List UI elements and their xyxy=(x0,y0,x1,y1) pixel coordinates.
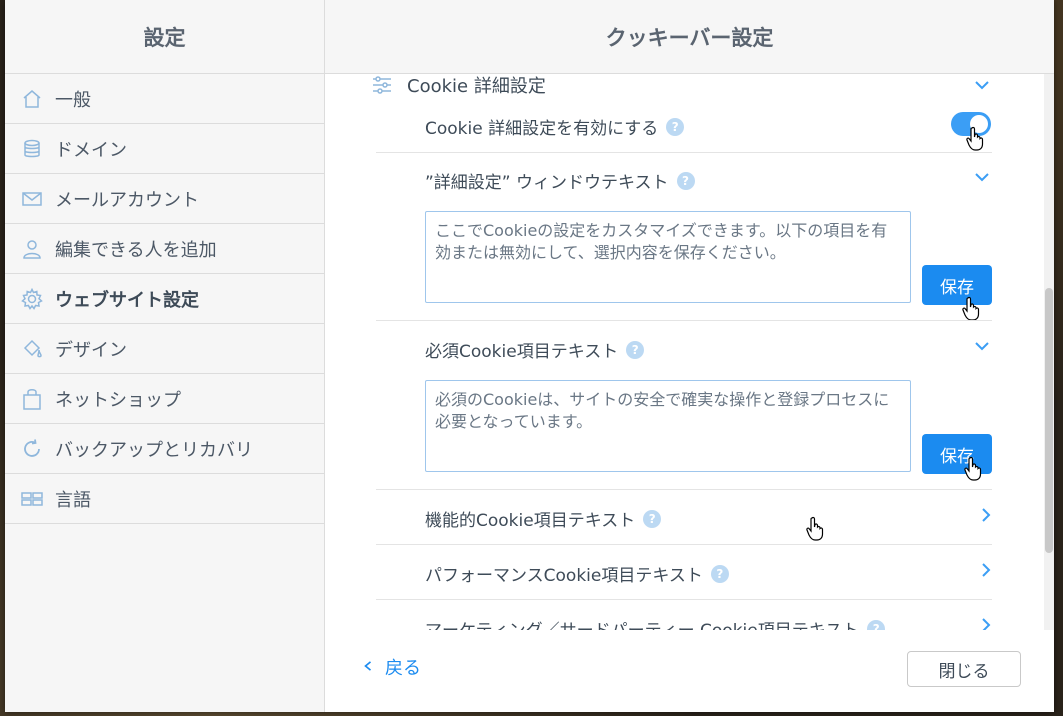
close-button[interactable]: 閉じる xyxy=(907,651,1021,687)
back-link[interactable]: 戻る xyxy=(363,654,421,680)
scrollbar-thumb[interactable] xyxy=(1045,288,1053,553)
home-icon xyxy=(21,88,43,110)
sidebar-item-language[interactable]: 言語 xyxy=(5,474,324,524)
divider xyxy=(376,320,992,321)
sidebar-title: 設定 xyxy=(5,0,324,74)
hand-pointer-icon xyxy=(805,516,827,542)
help-icon[interactable]: ? xyxy=(626,340,645,359)
sidebar-item-design[interactable]: デザイン xyxy=(5,324,324,374)
language-icon xyxy=(21,488,43,510)
refresh-icon xyxy=(21,438,43,460)
divider xyxy=(376,152,992,153)
back-label: 戻る xyxy=(385,658,421,679)
paint-bucket-icon xyxy=(21,338,43,360)
settings-content: Cookie 詳細設定 Cookie 詳細設定を有効にする ? ”詳細設定” ウ… xyxy=(325,74,1054,630)
divider xyxy=(376,599,992,600)
help-icon[interactable]: ? xyxy=(643,509,662,528)
help-icon[interactable]: ? xyxy=(867,619,886,630)
sidebar-item-shop[interactable]: ネットショップ xyxy=(5,374,324,424)
sidebar-item-label: メールアカウント xyxy=(55,189,199,211)
chevron-down-icon[interactable] xyxy=(973,168,991,186)
performance-cookie-row[interactable]: パフォーマンスCookie項目テキスト ? xyxy=(425,561,729,586)
sidebar-item-editors[interactable]: 編集できる人を追加 xyxy=(5,224,324,274)
hand-pointer-icon xyxy=(965,126,987,152)
chevron-down-icon[interactable] xyxy=(973,337,991,355)
hand-pointer-icon xyxy=(961,296,983,322)
chevron-down-icon[interactable] xyxy=(973,76,991,94)
divider xyxy=(376,544,992,545)
sidebar-item-label: 一般 xyxy=(55,89,91,111)
section-title: Cookie 詳細設定 xyxy=(407,76,546,97)
sidebar-item-website-settings[interactable]: ウェブサイト設定 xyxy=(5,274,324,324)
sidebar-item-backup[interactable]: バックアップとリカバリ xyxy=(5,424,324,474)
required-cookie-row: 必須Cookie項目テキスト ? xyxy=(425,337,645,362)
database-icon xyxy=(21,138,43,160)
sidebar-item-mail[interactable]: メールアカウント xyxy=(5,174,324,224)
shopping-bag-icon xyxy=(21,388,43,410)
hand-pointer-icon xyxy=(963,456,985,482)
sidebar-item-label: ネットショップ xyxy=(55,389,181,411)
marketing-cookie-row[interactable]: マーケティング／サードパーティー Cookie項目テキスト ? xyxy=(425,616,886,630)
sidebar-item-label: バックアップとリカバリ xyxy=(55,439,253,461)
section-header[interactable]: Cookie 詳細設定 xyxy=(371,74,546,97)
sidebar-item-label: 編集できる人を追加 xyxy=(55,239,217,261)
gear-icon xyxy=(21,287,43,310)
chevron-left-icon xyxy=(363,658,373,677)
panel-title: クッキーバー設定 xyxy=(325,0,1054,74)
enable-detail-label: Cookie 詳細設定を有効にする xyxy=(425,119,659,139)
settings-modal: 設定 一般 ドメイン メールアカウント 編集できる人を追加 ウェブサイト設定 デ… xyxy=(5,0,1054,712)
performance-cookie-label: パフォーマンスCookie項目テキスト xyxy=(425,566,703,586)
divider xyxy=(376,489,992,490)
chevron-right-icon[interactable] xyxy=(977,561,995,579)
window-text-field[interactable]: ここでCookieの設定をカスタマイズできます。以下の項目を有効または無効にして… xyxy=(425,211,911,303)
sidebar-item-label: ドメイン xyxy=(55,139,127,161)
sidebar-item-general[interactable]: 一般 xyxy=(5,74,324,124)
sidebar-item-domain[interactable]: ドメイン xyxy=(5,124,324,174)
cookie-bar-settings-panel: クッキーバー設定 Cookie 詳細設定 Cookie 詳細設定を有効にする ? xyxy=(325,0,1054,712)
sliders-icon xyxy=(371,74,393,96)
chevron-right-icon[interactable] xyxy=(977,506,995,524)
panel-footer: 戻る 閉じる xyxy=(325,630,1054,712)
window-text-label: ”詳細設定” ウィンドウテキスト xyxy=(425,173,669,193)
help-icon[interactable]: ? xyxy=(676,171,695,190)
marketing-cookie-label: マーケティング／サードパーティー Cookie項目テキスト xyxy=(425,616,859,630)
sidebar-item-label: デザイン xyxy=(55,339,127,361)
user-icon xyxy=(21,238,43,260)
required-cookie-field[interactable]: 必須のCookieは、サイトの安全で確実な操作と登録プロセスに必要となっています… xyxy=(425,380,911,472)
sidebar-item-label: ウェブサイト設定 xyxy=(55,289,199,311)
enable-detail-row: Cookie 詳細設定を有効にする ? xyxy=(425,114,685,139)
functional-cookie-row[interactable]: 機能的Cookie項目テキスト ? xyxy=(425,506,662,531)
chevron-right-icon[interactable] xyxy=(977,616,995,630)
settings-sidebar: 設定 一般 ドメイン メールアカウント 編集できる人を追加 ウェブサイト設定 デ… xyxy=(5,0,325,712)
required-cookie-label: 必須Cookie項目テキスト xyxy=(425,342,619,362)
sidebar-item-label: 言語 xyxy=(55,489,91,511)
mail-icon xyxy=(21,188,43,210)
functional-cookie-label: 機能的Cookie項目テキスト xyxy=(425,511,636,531)
help-icon[interactable]: ? xyxy=(710,564,729,583)
help-icon[interactable]: ? xyxy=(666,117,685,136)
window-text-row: ”詳細設定” ウィンドウテキスト ? xyxy=(425,168,695,193)
